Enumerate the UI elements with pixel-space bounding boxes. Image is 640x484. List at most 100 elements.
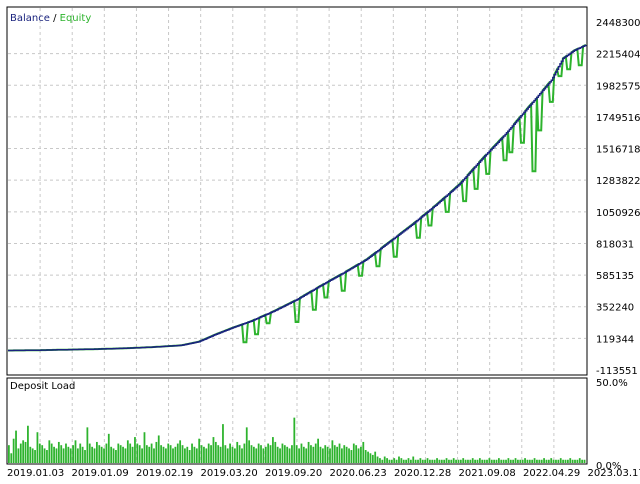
deposit-load-bar [267, 444, 269, 463]
deposit-load-bar [282, 444, 284, 463]
deposit-load-bar [286, 447, 288, 463]
deposit-load-bar [460, 460, 462, 463]
deposit-load-bar [415, 460, 417, 463]
y-tick-label: 352240 [596, 303, 634, 314]
deposit-load-bar [427, 458, 429, 463]
deposit-load-bar [279, 448, 281, 463]
deposit-load-bar [343, 445, 345, 463]
deposit-load-bar [148, 447, 150, 463]
deposit-load-bar [351, 450, 353, 463]
deposit-load-bar [391, 460, 393, 463]
deposit-load-bar [572, 460, 574, 463]
legend-equity: Equity [60, 13, 92, 24]
deposit-load-bar [32, 448, 34, 463]
deposit-load-bar [389, 460, 391, 463]
deposit-load-bar [243, 444, 245, 463]
deposit-load-bar [396, 460, 398, 463]
y-tick-label: 1516718 [596, 145, 640, 156]
deposit-load-bar [175, 447, 177, 463]
deposit-load-bar [265, 447, 267, 463]
deposit-load-bar [458, 460, 460, 463]
deposit-load-bar [227, 448, 229, 463]
deposit-load-bar [253, 447, 255, 463]
y-tick-label: 585135 [596, 271, 634, 282]
deposit-load-bar [322, 448, 324, 463]
deposit-load-bar [239, 445, 241, 463]
deposit-load-bar [113, 448, 115, 463]
deposit-load-bar [481, 460, 483, 463]
deposit-load-bar [434, 460, 436, 463]
deposit-load-bar [196, 448, 198, 463]
deposit-load-bar [500, 460, 502, 463]
deposit-load-bar [75, 440, 77, 463]
deposit-load-bar [341, 448, 343, 463]
y-tick-label: 818031 [596, 239, 634, 250]
deposit-load-bar [18, 448, 20, 463]
deposit-load-bar [136, 444, 138, 463]
deposit-load-bar [555, 460, 557, 463]
deposit-load-bar [358, 448, 360, 463]
y-tick-label: 1982575 [596, 81, 640, 92]
deposit-load-bar [67, 447, 69, 463]
deposit-load-bar [320, 447, 322, 463]
deposit-load-bar [101, 447, 103, 463]
y-tick-label: 1283822 [596, 176, 640, 187]
deposit-load-bar [381, 460, 383, 463]
deposit-load-bar [258, 444, 260, 463]
deposit-load-bar [84, 450, 86, 463]
deposit-load-bar [144, 432, 146, 463]
x-tick-labels: 2019.01.032019.01.092019.02.192019.03.20… [7, 468, 640, 479]
x-tick-label: 2019.09.20 [265, 468, 322, 479]
x-tick-label: 2019.03.20 [201, 468, 258, 479]
deposit-load-bar [522, 460, 524, 463]
deposit-load-bar [527, 460, 529, 463]
deposit-load-bar [8, 445, 10, 463]
deposit-load-bar [151, 444, 153, 463]
deposit-load-bar [82, 447, 84, 463]
legend-balance: Balance [10, 13, 50, 24]
deposit-load-bar [115, 450, 117, 463]
deposit-load-bar [170, 445, 172, 463]
deposit-load-bar [324, 445, 326, 463]
deposit-load-bar [89, 444, 91, 463]
deposit-load-bar [567, 460, 569, 463]
deposit-load-bar [215, 442, 217, 463]
deposit-load-bar [488, 458, 490, 463]
deposit-load-bar [562, 460, 564, 463]
deposit-load-bar [210, 445, 212, 463]
deposit-load-bar [120, 445, 122, 463]
main-y-tick-labels: 2448300221540419825751749516151671812838… [596, 18, 640, 377]
deposit-load-bar [308, 442, 310, 463]
deposit-load-bar [296, 445, 298, 463]
deposit-load-bar [420, 458, 422, 463]
deposit-load-bar [27, 426, 29, 463]
deposit-load-bar [122, 447, 124, 463]
deposit-load-bar [486, 460, 488, 463]
deposit-load-bar [455, 460, 457, 463]
deposit-load-bar [448, 460, 450, 463]
deposit-load-bar [58, 442, 60, 463]
deposit-load-bar [37, 432, 39, 463]
deposit-load-bar [293, 418, 295, 463]
chart-root: 2448300221540419825751749516151671812838… [0, 0, 640, 480]
deposit-load-bar [141, 448, 143, 463]
strategy-tester-graph: 2448300221540419825751749516151671812838… [0, 0, 640, 480]
deposit-load-bar [208, 444, 210, 463]
deposit-load-bar [184, 448, 186, 463]
deposit-load-bar [186, 447, 188, 463]
deposit-load-bar [412, 457, 414, 463]
deposit-load-bar [472, 458, 474, 463]
deposit-load-bar [217, 445, 219, 463]
deposit-load-bar [86, 427, 88, 463]
deposit-load-bar [422, 460, 424, 463]
deposit-load-bar [496, 460, 498, 463]
legend: Balance / Equity [10, 13, 91, 24]
y-tick-label: 2215404 [596, 50, 640, 61]
deposit-load-bar [98, 445, 100, 463]
deposit-load-bar [512, 460, 514, 463]
deposit-load-bar [439, 460, 441, 463]
x-tick-label: 2020.12.28 [394, 468, 451, 479]
deposit-load-bar [536, 460, 538, 463]
deposit-load-bar [213, 437, 215, 463]
deposit-load-bar [260, 445, 262, 463]
